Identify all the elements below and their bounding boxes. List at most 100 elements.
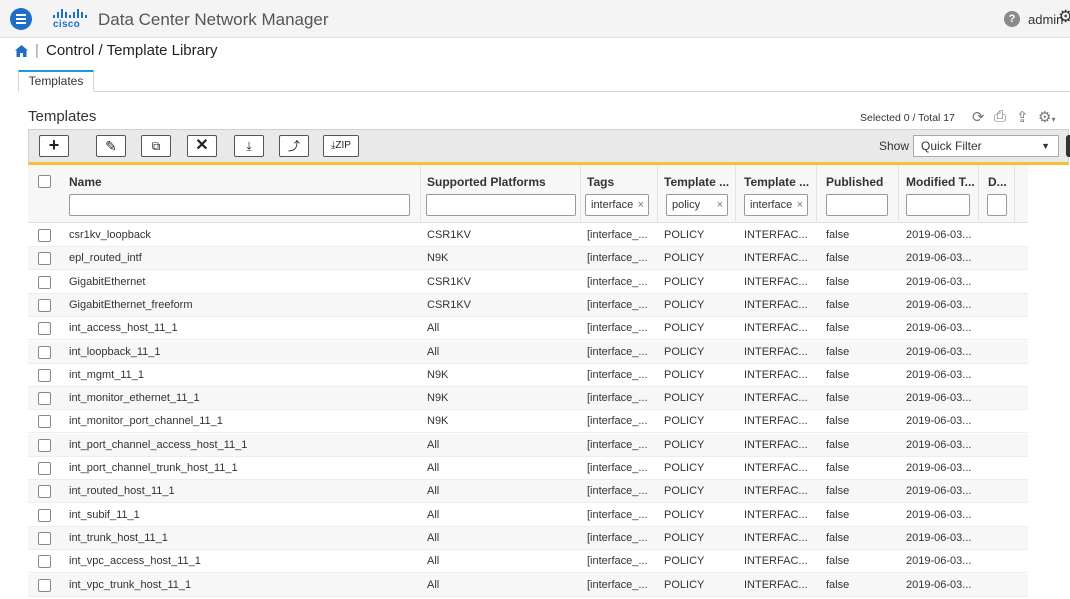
delete-icon[interactable]: ✕	[187, 135, 217, 157]
row-checkbox[interactable]	[38, 392, 51, 406]
cell-modified: 2019-06-03...	[906, 298, 972, 311]
column-divider	[657, 165, 658, 223]
row-checkbox[interactable]	[38, 531, 51, 545]
row-checkbox[interactable]	[38, 229, 51, 242]
print-icon[interactable]: ⎙	[994, 108, 1006, 125]
cell-tags: [interface_...	[587, 368, 648, 381]
tab-templates[interactable]: Templates	[18, 70, 94, 92]
table-row[interactable]: epl_routed_intf N9K [interface_... POLICY IN…	[28, 247, 1028, 271]
row-checkbox[interactable]	[38, 275, 51, 289]
table-row[interactable]: int_vpc_trunk_host_11_1 All [interface_...…	[28, 573, 1028, 597]
import-icon[interactable]: ⤓	[234, 135, 264, 157]
filter-template-type-input[interactable]: policy ×	[666, 194, 728, 216]
row-checkbox[interactable]	[38, 462, 51, 475]
home-icon[interactable]	[15, 45, 28, 57]
table-row[interactable]: int_mgmt_11_1 N9K [interface_... POLICY INTE…	[28, 364, 1028, 387]
cell-name: int_port_channel_access_host_11_1	[69, 438, 248, 451]
table-row[interactable]: GigabitEthernet_freeform CSR1KV [interface…	[28, 293, 1028, 317]
cell-template-subtype: INTERFAC...	[744, 229, 808, 241]
clear-filter-icon[interactable]: ×	[717, 195, 723, 215]
row-checkbox[interactable]	[38, 578, 51, 592]
cell-modified: 2019-06-03...	[906, 252, 972, 265]
help-icon[interactable]: ?	[1004, 11, 1020, 27]
column-header-platforms[interactable]: Supported Platforms	[427, 175, 546, 189]
table-row[interactable]: int_monitor_ethernet_11_1 N9K [interface_.…	[28, 387, 1028, 411]
row-checkbox[interactable]	[38, 368, 51, 382]
row-checkbox[interactable]	[38, 485, 51, 499]
row-checkbox[interactable]	[38, 345, 51, 359]
hamburger-menu-icon[interactable]	[10, 8, 32, 30]
select-all-checkbox[interactable]	[38, 175, 51, 188]
row-checkbox[interactable]	[38, 252, 51, 266]
column-divider	[978, 165, 979, 223]
column-header-published[interactable]: Published	[826, 175, 883, 189]
filter-name-input[interactable]	[69, 194, 410, 216]
cell-platforms: All	[427, 508, 440, 521]
cell-template-subtype: INTERFAC...	[744, 415, 808, 428]
cell-tags: [interface_...	[587, 298, 648, 311]
table-body: csr1kv_loopback CSR1KV [interface_... POLIC…	[28, 224, 1028, 597]
cell-name: int_subif_11_1	[69, 508, 140, 521]
row-checkbox[interactable]	[38, 322, 51, 336]
row-checkbox[interactable]	[38, 508, 51, 522]
cell-platforms: All	[427, 485, 440, 498]
cell-published: false	[826, 252, 850, 265]
table-settings-icon[interactable]: ⚙▾	[1038, 108, 1055, 126]
cell-template-subtype: INTERFAC...	[744, 368, 808, 381]
export-template-icon[interactable]: ⤴	[279, 135, 309, 157]
edit-pencil-icon[interactable]: ✎	[96, 135, 126, 157]
table-row[interactable]: int_routed_host_11_1 All [interface_... POL…	[28, 480, 1028, 504]
filter-tags-input[interactable]: interface ×	[585, 194, 649, 216]
table-row[interactable]: int_trunk_host_11_1 All [interface_... POLI…	[28, 526, 1028, 550]
page-title: Control / Template Library	[46, 42, 218, 59]
cell-modified: 2019-06-03...	[906, 229, 972, 241]
cell-template-subtype: INTERFAC...	[744, 252, 808, 265]
filter-modified-input[interactable]	[906, 194, 970, 216]
column-header-d[interactable]: D...	[988, 175, 1007, 189]
export-icon[interactable]: ⇪	[1016, 108, 1029, 126]
table-row[interactable]: int_monitor_port_channel_11_1 N9K [interfa…	[28, 410, 1028, 434]
cell-published: false	[826, 229, 850, 241]
row-checkbox[interactable]	[38, 438, 51, 452]
table-row[interactable]: int_access_host_11_1 All [interface_... POL…	[28, 317, 1028, 341]
clear-filter-icon[interactable]: ×	[797, 195, 803, 215]
cell-template-type: POLICY	[664, 368, 705, 381]
table-row[interactable]: int_loopback_11_1 All [interface_... POLICY…	[28, 340, 1028, 364]
filter-funnel-icon[interactable]	[1066, 135, 1070, 157]
duplicate-icon[interactable]: ⧉	[141, 135, 171, 157]
column-header-name[interactable]: Name	[69, 175, 102, 189]
filter-d-input[interactable]	[987, 194, 1007, 216]
cell-name: csr1kv_loopback	[69, 229, 151, 241]
cell-template-type: POLICY	[664, 229, 705, 241]
filter-template-subtype-input[interactable]: interface ×	[744, 194, 808, 216]
cell-modified: 2019-06-03...	[906, 322, 972, 335]
column-header-template-type[interactable]: Template ...	[664, 175, 729, 189]
column-header-modified[interactable]: Modified T...	[906, 175, 975, 189]
table-row[interactable]: int_vpc_access_host_11_1 All [interface_..…	[28, 550, 1028, 574]
table-row[interactable]: int_subif_11_1 All [interface_... POLICY INT…	[28, 504, 1028, 527]
row-checkbox[interactable]	[38, 298, 51, 312]
cell-template-type: POLICY	[664, 322, 705, 335]
add-icon[interactable]: +	[39, 135, 69, 157]
quick-filter-value: Quick Filter	[921, 139, 982, 153]
row-checkbox[interactable]	[38, 415, 51, 429]
table-row[interactable]: GigabitEthernet CSR1KV [interface_... POLIC…	[28, 271, 1028, 294]
column-header-template-subtype[interactable]: Template ...	[744, 175, 809, 189]
row-checkbox[interactable]	[38, 555, 51, 569]
refresh-icon[interactable]: ⟳	[972, 108, 985, 126]
column-divider	[1014, 165, 1015, 223]
settings-gear-icon[interactable]: ⚙	[1058, 7, 1070, 27]
cell-modified: 2019-06-03...	[906, 368, 972, 381]
filter-platforms-input[interactable]	[426, 194, 576, 216]
cell-name: int_trunk_host_11_1	[69, 531, 168, 544]
clear-filter-icon[interactable]: ×	[638, 195, 644, 215]
table-row[interactable]: int_port_channel_trunk_host_11_1 All [inte…	[28, 457, 1028, 480]
table-row[interactable]: int_port_channel_access_host_11_1 All [int…	[28, 433, 1028, 457]
table-row[interactable]: csr1kv_loopback CSR1KV [interface_... POLIC…	[28, 224, 1028, 247]
cell-name: int_monitor_ethernet_11_1	[69, 392, 200, 405]
column-header-tags[interactable]: Tags	[587, 175, 614, 189]
filter-published-input[interactable]	[826, 194, 888, 216]
zip-export-button[interactable]: ⤓ZIP	[323, 135, 359, 157]
quick-filter-select[interactable]: Quick Filter ▼	[913, 135, 1059, 157]
top-bar: cisco Data Center Network Manager ? admi…	[0, 0, 1070, 38]
